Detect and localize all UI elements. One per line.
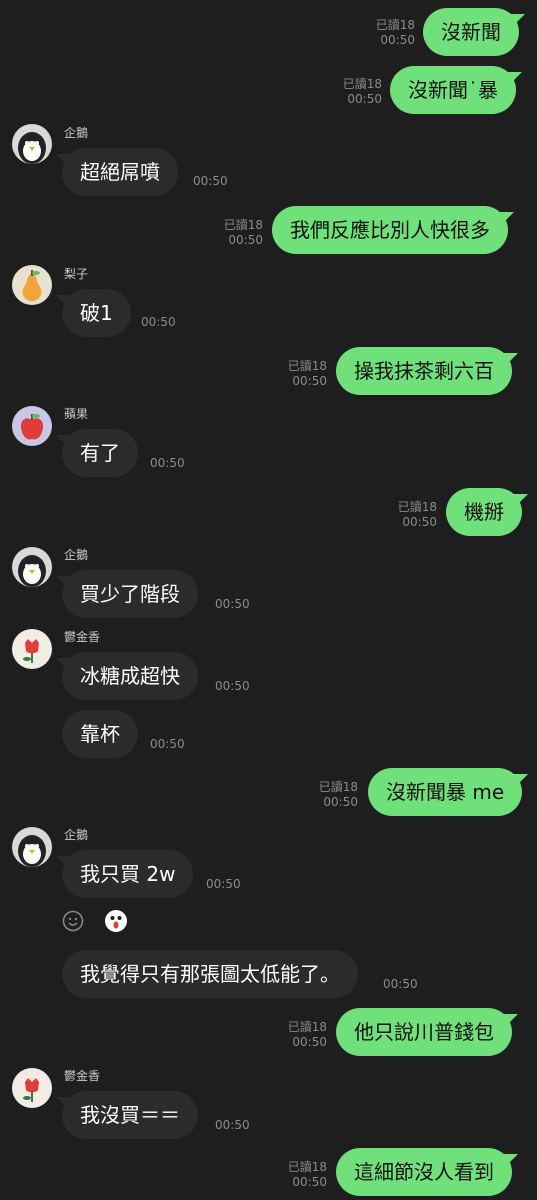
sender-name: 企鵝 xyxy=(64,828,89,842)
tulip-avatar-icon[interactable] xyxy=(12,629,52,669)
outgoing-message[interactable]: 沒新聞˙暴 xyxy=(390,66,516,114)
penguin-avatar-icon[interactable] xyxy=(12,124,52,164)
read-meta: 已讀18 00:50 xyxy=(397,500,437,529)
message-time: 00:50 xyxy=(150,737,185,751)
read-meta: 已讀18 00:50 xyxy=(375,18,415,47)
incoming-message[interactable]: 買少了階段 xyxy=(62,570,198,618)
message-time: 00:50 xyxy=(215,1118,250,1132)
outgoing-message[interactable]: 這細節沒人看到 xyxy=(336,1148,512,1196)
sender-name: 鬱金香 xyxy=(64,630,101,644)
message-time: 00:50 xyxy=(215,597,250,611)
outgoing-message[interactable]: 操我抹茶剩六百 xyxy=(336,347,512,395)
incoming-message[interactable]: 超絕屌噴 xyxy=(62,148,178,196)
message-time: 00:50 xyxy=(215,679,250,693)
read-meta: 已讀18 00:50 xyxy=(342,77,382,106)
read-meta: 已讀18 00:50 xyxy=(287,1160,327,1189)
read-meta: 已讀18 00:50 xyxy=(223,218,263,247)
apple-avatar-icon[interactable] xyxy=(12,406,52,446)
sender-name: 梨子 xyxy=(64,267,89,281)
message-time: 00:50 xyxy=(141,315,176,329)
message-time: 00:50 xyxy=(206,877,241,891)
sender-name: 企鵝 xyxy=(64,548,89,562)
incoming-message[interactable]: 靠杯 xyxy=(62,710,138,758)
read-meta: 已讀18 00:50 xyxy=(287,359,327,388)
penguin-avatar-icon[interactable] xyxy=(12,547,52,587)
read-meta: 已讀18 00:50 xyxy=(318,780,358,809)
outgoing-message[interactable]: 沒新聞 xyxy=(423,8,519,56)
tulip-avatar-icon[interactable] xyxy=(12,1068,52,1108)
outgoing-message[interactable]: 沒新聞暴 me xyxy=(368,768,523,816)
incoming-message[interactable]: 破1 xyxy=(62,289,131,337)
incoming-message[interactable]: 冰糖成超快 xyxy=(62,652,198,700)
message-time: 00:50 xyxy=(383,977,418,991)
sender-name: 鬱金香 xyxy=(64,1069,101,1083)
incoming-message[interactable]: 有了 xyxy=(62,429,138,477)
surprised-sticker-icon[interactable] xyxy=(104,909,128,933)
pear-avatar-icon[interactable] xyxy=(12,265,52,305)
incoming-message[interactable]: 我只買 2w xyxy=(62,850,194,898)
outgoing-message[interactable]: 我們反應比別人快很多 xyxy=(272,206,508,254)
read-meta: 已讀18 00:50 xyxy=(287,1020,327,1049)
sender-name: 企鵝 xyxy=(64,126,89,140)
sender-name: 蘋果 xyxy=(64,407,89,421)
smiley-react-icon[interactable] xyxy=(62,910,84,932)
outgoing-message[interactable]: 他只說川普錢包 xyxy=(336,1008,512,1056)
penguin-avatar-icon[interactable] xyxy=(12,827,52,867)
message-time: 00:50 xyxy=(193,174,228,188)
outgoing-message[interactable]: 機掰 xyxy=(446,488,522,536)
incoming-message[interactable]: 我覺得只有那張圖太低能了。 xyxy=(62,950,358,998)
incoming-message[interactable]: 我沒買＝＝ xyxy=(62,1091,198,1139)
message-time: 00:50 xyxy=(150,456,185,470)
